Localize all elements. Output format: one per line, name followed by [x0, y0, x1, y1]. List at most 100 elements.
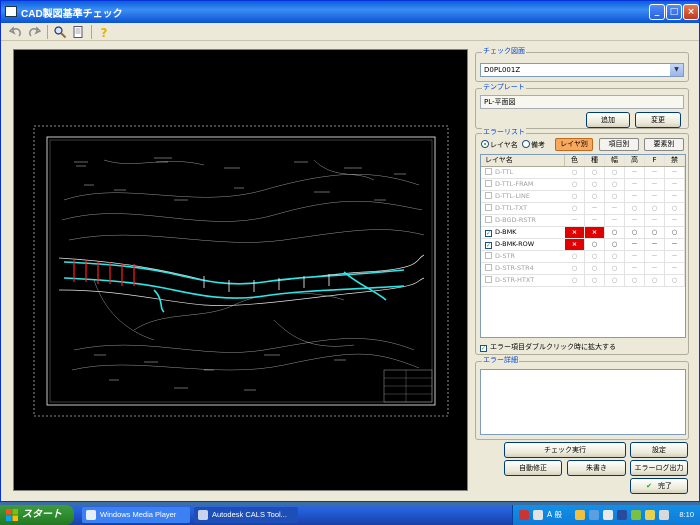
- check-cell[interactable]: －: [665, 263, 685, 274]
- check-cell[interactable]: ○: [625, 227, 645, 238]
- close-button[interactable]: ×: [683, 4, 699, 20]
- undo-icon[interactable]: [8, 25, 23, 39]
- document-icon[interactable]: [71, 25, 85, 39]
- tray-app-icon[interactable]: [533, 510, 543, 520]
- check-cell[interactable]: ○: [645, 203, 665, 214]
- change-template-button[interactable]: 変更: [635, 112, 681, 128]
- check-cell[interactable]: －: [665, 215, 685, 226]
- check-cell[interactable]: ○: [625, 203, 645, 214]
- check-cell[interactable]: －: [625, 215, 645, 226]
- check-cell[interactable]: －: [665, 191, 685, 202]
- check-cell[interactable]: －: [645, 179, 665, 190]
- check-cell[interactable]: ○: [605, 251, 625, 262]
- table-row[interactable]: D-TTL-LINE ○ ○ ○ －－－: [481, 191, 685, 203]
- task-windows-media-player[interactable]: Windows Media Player: [82, 507, 190, 523]
- check-cell[interactable]: ○: [605, 167, 625, 178]
- table-row[interactable]: D-TTL ○ ○ ○ －－－: [481, 167, 685, 179]
- tray-app-icon[interactable]: [617, 510, 627, 520]
- check-cell[interactable]: ○: [565, 191, 585, 202]
- check-cell[interactable]: －: [665, 239, 685, 250]
- table-row[interactable]: ✓ D-BMK-ROW × ○ ○ －－－: [481, 239, 685, 251]
- ime-indicator[interactable]: A 般: [547, 505, 562, 525]
- check-cell[interactable]: ○: [585, 191, 605, 202]
- check-cell[interactable]: －: [645, 167, 665, 178]
- check-cell[interactable]: ○: [665, 227, 685, 238]
- error-grid[interactable]: レイヤ名 色 種 幅 高 F 禁 D-TTL ○ ○ ○ －－－ D-TTL-FRAM ○ ○…: [480, 154, 686, 338]
- error-log-output-button[interactable]: エラーログ出力: [630, 460, 688, 476]
- check-cell[interactable]: ○: [585, 167, 605, 178]
- check-cell[interactable]: －: [665, 251, 685, 262]
- tab-by-element[interactable]: 要素別: [644, 138, 684, 151]
- table-row[interactable]: D-TTL-FRAM ○ ○ ○ －－－: [481, 179, 685, 191]
- check-cell[interactable]: ○: [565, 203, 585, 214]
- table-row[interactable]: ✓ D-BMK × × ○ ○ ○ ○: [481, 227, 685, 239]
- check-cell[interactable]: －: [625, 239, 645, 250]
- check-drawing-select[interactable]: D0PL001Z ▼: [480, 63, 684, 77]
- row-checkbox[interactable]: [485, 168, 492, 175]
- chevron-down-icon[interactable]: ▼: [670, 64, 683, 76]
- check-cell[interactable]: ○: [565, 167, 585, 178]
- check-cell[interactable]: －: [605, 203, 625, 214]
- red-mark-button[interactable]: 朱書き: [567, 460, 626, 476]
- check-cell[interactable]: ○: [565, 263, 585, 274]
- table-row[interactable]: D-TTL-TXT ○ －－ ○ ○ ○: [481, 203, 685, 215]
- check-cell[interactable]: －: [645, 215, 665, 226]
- row-checkbox[interactable]: [485, 252, 492, 259]
- check-cell[interactable]: －: [605, 215, 625, 226]
- done-button[interactable]: ✔ 完了: [630, 478, 688, 494]
- check-cell[interactable]: －: [625, 263, 645, 274]
- tray-app-icon[interactable]: [659, 510, 669, 520]
- check-cell[interactable]: －: [585, 203, 605, 214]
- check-cell[interactable]: －: [665, 179, 685, 190]
- settings-button[interactable]: 設定: [630, 442, 688, 458]
- check-cell[interactable]: ○: [585, 275, 605, 286]
- table-row[interactable]: D-STR-HTXT ○ ○ ○ ○ ○ ○: [481, 275, 685, 287]
- task-cals-tool[interactable]: Autodesk CALS Tool...: [194, 507, 298, 523]
- tray-app-icon[interactable]: [631, 510, 641, 520]
- check-cell[interactable]: －: [665, 167, 685, 178]
- check-cell[interactable]: ○: [605, 263, 625, 274]
- check-cell[interactable]: －: [645, 239, 665, 250]
- check-cell[interactable]: －: [565, 215, 585, 226]
- check-cell[interactable]: －: [645, 191, 665, 202]
- error-cell[interactable]: ×: [585, 227, 605, 238]
- check-cell[interactable]: ○: [605, 275, 625, 286]
- check-cell[interactable]: ○: [605, 191, 625, 202]
- check-cell[interactable]: ○: [585, 251, 605, 262]
- check-cell[interactable]: －: [625, 251, 645, 262]
- check-cell[interactable]: －: [585, 215, 605, 226]
- row-checkbox[interactable]: [485, 192, 492, 199]
- check-cell[interactable]: ○: [665, 203, 685, 214]
- check-cell[interactable]: ○: [605, 179, 625, 190]
- tab-by-item[interactable]: 項目別: [599, 138, 639, 151]
- redo-icon[interactable]: [27, 25, 42, 39]
- tray-app-icon[interactable]: [575, 510, 585, 520]
- add-template-button[interactable]: 追加: [586, 112, 630, 128]
- tray-app-icon[interactable]: [603, 510, 613, 520]
- radio-note[interactable]: 備考: [522, 140, 545, 150]
- radio-layer-name[interactable]: レイヤ名: [481, 140, 518, 150]
- help-icon[interactable]: ?: [97, 25, 111, 40]
- check-cell[interactable]: ○: [605, 239, 625, 250]
- check-cell[interactable]: ○: [585, 179, 605, 190]
- row-checkbox[interactable]: [485, 276, 492, 283]
- table-row[interactable]: D-STR-STR4 ○ ○ ○ －－－: [481, 263, 685, 275]
- check-cell[interactable]: ○: [565, 179, 585, 190]
- auto-fix-button[interactable]: 自動修正: [504, 460, 562, 476]
- row-checkbox[interactable]: ✓: [485, 242, 492, 249]
- check-cell[interactable]: ○: [645, 275, 665, 286]
- check-cell[interactable]: ○: [665, 275, 685, 286]
- tray-app-icon[interactable]: [589, 510, 599, 520]
- maximize-button[interactable]: □: [666, 4, 682, 20]
- minimize-button[interactable]: _: [649, 4, 665, 20]
- tray-app-icon[interactable]: [519, 510, 529, 520]
- check-cell[interactable]: ○: [585, 239, 605, 250]
- start-button[interactable]: スタート: [0, 505, 74, 525]
- title-bar[interactable]: CAD製図基準チェック _ □ ×: [1, 1, 699, 23]
- check-cell[interactable]: ○: [565, 275, 585, 286]
- run-check-button[interactable]: チェック実行: [504, 442, 626, 458]
- check-cell[interactable]: －: [625, 179, 645, 190]
- row-checkbox[interactable]: [485, 204, 492, 211]
- tab-by-layer[interactable]: レイヤ別: [555, 138, 593, 151]
- check-cell[interactable]: ○: [625, 275, 645, 286]
